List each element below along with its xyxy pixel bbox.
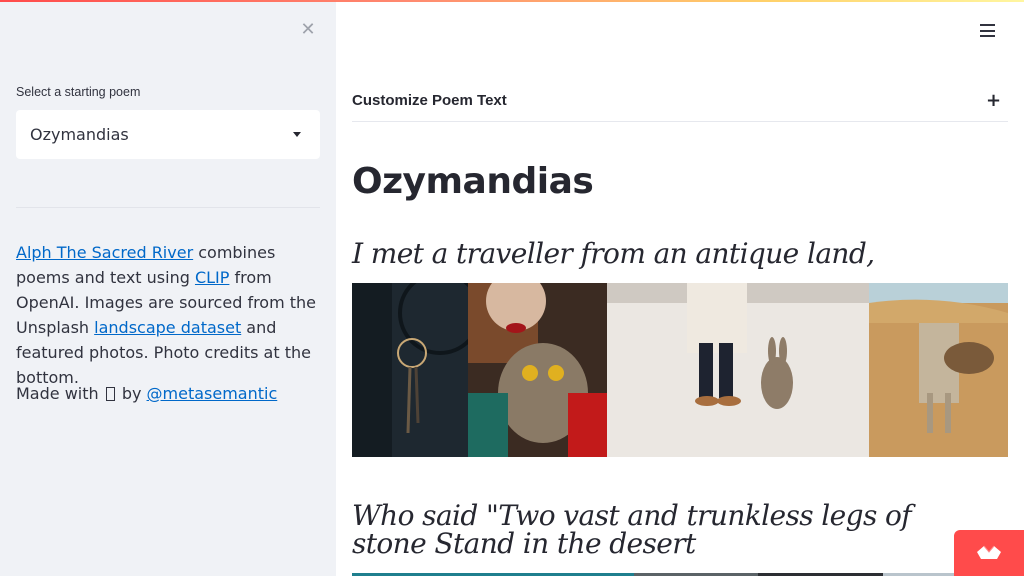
dreamcatcher-photo: [352, 283, 468, 457]
made-with-line: Made with by @metasemantic: [16, 381, 277, 406]
poem-select-label: Select a starting poem: [16, 85, 141, 99]
crown-icon: [977, 545, 1001, 559]
poem-title: Ozymandias: [352, 161, 594, 202]
poem-line: Who said "Two vast and trunkless legs of…: [352, 499, 912, 560]
sidebar-divider: [16, 207, 320, 208]
clip-link[interactable]: CLIP: [195, 268, 229, 287]
top-decoration-bar: [0, 0, 1024, 2]
made-with-suffix: by: [116, 384, 147, 403]
plus-icon: +: [986, 90, 1002, 111]
poem-select[interactable]: Ozymandias: [16, 110, 320, 159]
customize-expander[interactable]: Customize Poem Text +: [352, 86, 1008, 122]
chevron-down-icon: [293, 132, 301, 137]
close-icon[interactable]: ✕: [297, 18, 319, 42]
rabbit-in-snow-photo: [607, 283, 869, 457]
poem-line: I met a traveller from an antique land,: [352, 237, 875, 270]
about-paragraph: Alph The Sacred River combines poems and…: [16, 240, 322, 390]
expander-label: Customize Poem Text: [352, 92, 507, 109]
poem-select-value: Ozymandias: [30, 125, 129, 144]
desert-camels-photo: [869, 283, 1008, 457]
dataset-link[interactable]: landscape dataset: [94, 318, 241, 337]
sidebar: ✕ Select a starting poem Ozymandias Alph…: [0, 0, 336, 576]
image-row: [352, 283, 1008, 457]
heart-icon: [105, 387, 115, 401]
main-content: Customize Poem Text + Ozymandias I met a…: [336, 0, 1024, 576]
author-link[interactable]: @metasemantic: [147, 384, 278, 403]
hamburger-menu-icon[interactable]: [980, 24, 995, 37]
streamlit-badge[interactable]: [954, 530, 1024, 576]
woman-with-owl-photo: [468, 283, 607, 457]
app-link[interactable]: Alph The Sacred River: [16, 243, 193, 262]
made-with-prefix: Made with: [16, 384, 104, 403]
